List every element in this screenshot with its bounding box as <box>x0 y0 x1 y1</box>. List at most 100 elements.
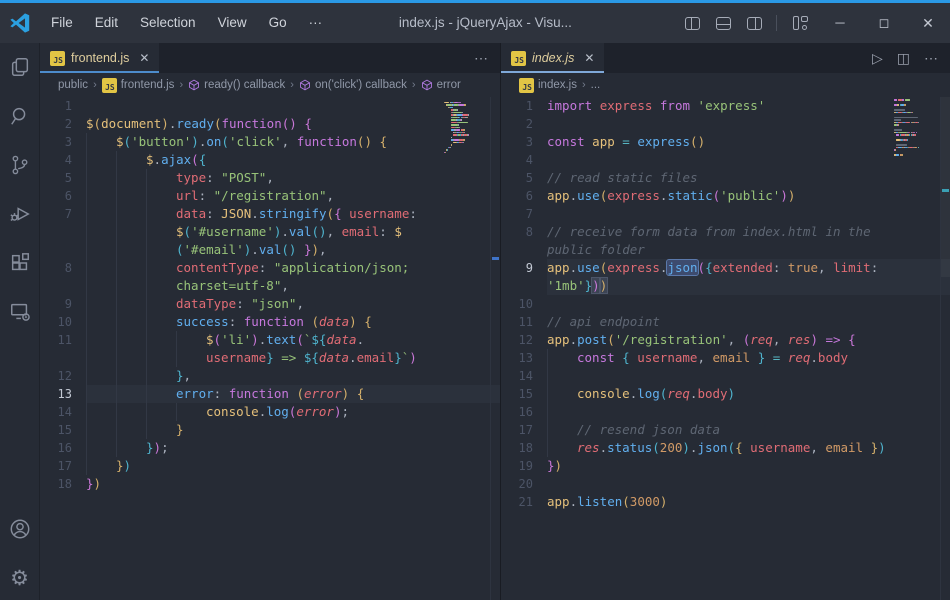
minimize-button[interactable]: ─ <box>818 3 862 43</box>
code-line[interactable]: 14 <box>501 367 950 385</box>
settings-gear-icon[interactable]: ⚙ <box>8 566 32 590</box>
code-line[interactable]: 15console.log(req.body) <box>501 385 950 403</box>
toggle-sidebar-icon[interactable] <box>685 17 700 30</box>
code-editor[interactable]: 1import express from 'express'23const ap… <box>501 97 950 600</box>
breadcrumb-item[interactable]: ... <box>591 79 601 91</box>
code-line[interactable]: 11// api endpoint <box>501 313 950 331</box>
token: , <box>184 368 192 383</box>
toggle-secondary-sidebar-icon[interactable] <box>747 17 762 30</box>
remote-explorer-icon[interactable] <box>8 300 32 324</box>
code-line[interactable]: 18}) <box>40 475 500 493</box>
minimap[interactable] <box>444 99 490 209</box>
tab-index.js[interactable]: JSindex.js✕ <box>501 43 604 73</box>
explorer-icon[interactable] <box>8 55 32 79</box>
menu-item-view[interactable]: View <box>207 3 258 43</box>
code-line[interactable]: public folder <box>501 241 950 259</box>
code-text: $('li').text(`${data. <box>86 331 500 349</box>
code-line[interactable]: 17}) <box>40 457 500 475</box>
source-control-icon[interactable] <box>8 153 32 177</box>
code-line[interactable]: 1 <box>40 97 500 115</box>
code-text: res.status(200).json({ username, email }… <box>547 439 950 457</box>
code-line[interactable]: 3$('button').on('click', function() { <box>40 133 500 151</box>
toggle-panel-icon[interactable] <box>716 17 731 30</box>
overview-ruler[interactable] <box>490 97 500 600</box>
menu-item-go[interactable]: Go <box>258 3 298 43</box>
code-line[interactable]: 2$(document).ready(function() { <box>40 115 500 133</box>
overview-ruler[interactable] <box>940 97 950 600</box>
token: } <box>871 440 879 455</box>
code-line[interactable]: 7data: JSON.stringify({ username: <box>40 205 500 223</box>
tab-close-icon[interactable]: ✕ <box>135 51 149 65</box>
code-line[interactable]: ('#email').val() }), <box>40 241 500 259</box>
code-line[interactable]: 21app.listen(3000) <box>501 493 950 511</box>
code-line[interactable]: 8contentType: "application/json; <box>40 259 500 277</box>
code-line[interactable]: 3const app = express() <box>501 133 950 151</box>
search-icon[interactable] <box>8 104 32 128</box>
tab-frontend.js[interactable]: JSfrontend.js✕ <box>40 43 159 73</box>
vscode-logo-icon[interactable] <box>0 13 40 33</box>
code-line[interactable]: 17// resend json data <box>501 421 950 439</box>
minimap[interactable] <box>894 99 940 209</box>
token: // read static files <box>547 170 698 185</box>
indent-guide <box>146 205 176 223</box>
code-line[interactable]: username} => ${data.email}`) <box>40 349 500 367</box>
code-editor[interactable]: 12$(document).ready(function() {3$('butt… <box>40 97 500 600</box>
more-actions-icon[interactable]: ⋯ <box>924 50 938 67</box>
code-line[interactable]: 20 <box>501 475 950 493</box>
breadcrumb-item[interactable]: error <box>421 79 461 91</box>
scrollbar-slider[interactable] <box>941 97 950 277</box>
code-line[interactable]: 16 <box>501 403 950 421</box>
code-line[interactable]: 6app.use(express.static('public')) <box>501 187 950 205</box>
code-line[interactable]: 16}); <box>40 439 500 457</box>
breadcrumb-item[interactable]: JSfrontend.js <box>102 78 175 93</box>
code-line[interactable]: 19}) <box>501 457 950 475</box>
code-line[interactable]: 15} <box>40 421 500 439</box>
menu-item-file[interactable]: File <box>40 3 84 43</box>
split-editor-icon[interactable]: ◫ <box>897 50 910 67</box>
more-actions-icon[interactable]: ⋯ <box>474 50 488 67</box>
menu-item-[interactable]: ··· <box>298 3 334 43</box>
run-file-icon[interactable]: ▷ <box>872 50 883 67</box>
customize-layout-icon[interactable] <box>793 16 808 30</box>
code-line[interactable]: charset=utf-8", <box>40 277 500 295</box>
code-line[interactable]: 10success: function (data) { <box>40 313 500 331</box>
extensions-icon[interactable] <box>8 251 32 275</box>
code-line[interactable]: 14console.log(error); <box>40 403 500 421</box>
code-line[interactable]: 5// read static files <box>501 169 950 187</box>
code-line[interactable]: 4 <box>501 151 950 169</box>
code-line[interactable]: 9app.use(express.json({extended: true, l… <box>501 259 950 277</box>
breadcrumb-item[interactable]: ready() callback <box>188 79 285 91</box>
code-line[interactable]: 13error: function (error) { <box>40 385 500 403</box>
code-line[interactable]: 7 <box>501 205 950 223</box>
code-line[interactable]: 5type: "POST", <box>40 169 500 187</box>
code-line[interactable]: 18res.status(200).json({ username, email… <box>501 439 950 457</box>
code-line[interactable]: 9dataType: "json", <box>40 295 500 313</box>
code-line[interactable]: 8// receive form data from index.html in… <box>501 223 950 241</box>
menu-item-edit[interactable]: Edit <box>84 3 129 43</box>
code-line[interactable]: '1mb'})) <box>501 277 950 295</box>
code-line[interactable]: 10 <box>501 295 950 313</box>
code-line[interactable]: 12}, <box>40 367 500 385</box>
code-line[interactable]: 4$.ajax({ <box>40 151 500 169</box>
code-line[interactable]: 2 <box>501 115 950 133</box>
code-line[interactable]: 6url: "/registration", <box>40 187 500 205</box>
menu-item-selection[interactable]: Selection <box>129 3 207 43</box>
code-text: // api endpoint <box>547 313 950 331</box>
tab-close-icon[interactable]: ✕ <box>580 51 594 65</box>
minimap-seg <box>451 119 455 121</box>
run-debug-icon[interactable] <box>8 202 32 226</box>
code-line[interactable]: 13const { username, email } = req.body <box>501 349 950 367</box>
code-line[interactable]: 11$('li').text(`${data. <box>40 331 500 349</box>
breadcrumb-item[interactable]: public <box>58 79 88 91</box>
account-icon[interactable] <box>8 517 32 541</box>
token: ) <box>660 494 668 509</box>
code-line[interactable]: 1import express from 'express' <box>501 97 950 115</box>
token: { <box>364 314 372 329</box>
breadcrumb-item[interactable]: JSindex.js <box>519 78 577 93</box>
close-button[interactable]: ✕ <box>906 3 950 43</box>
token <box>863 440 871 455</box>
maximize-button[interactable]: ◻ <box>862 3 906 43</box>
code-line[interactable]: $('#username').val(), email: $ <box>40 223 500 241</box>
breadcrumb-item[interactable]: on('click') callback <box>299 79 407 91</box>
code-line[interactable]: 12app.post('/registration', (req, res) =… <box>501 331 950 349</box>
